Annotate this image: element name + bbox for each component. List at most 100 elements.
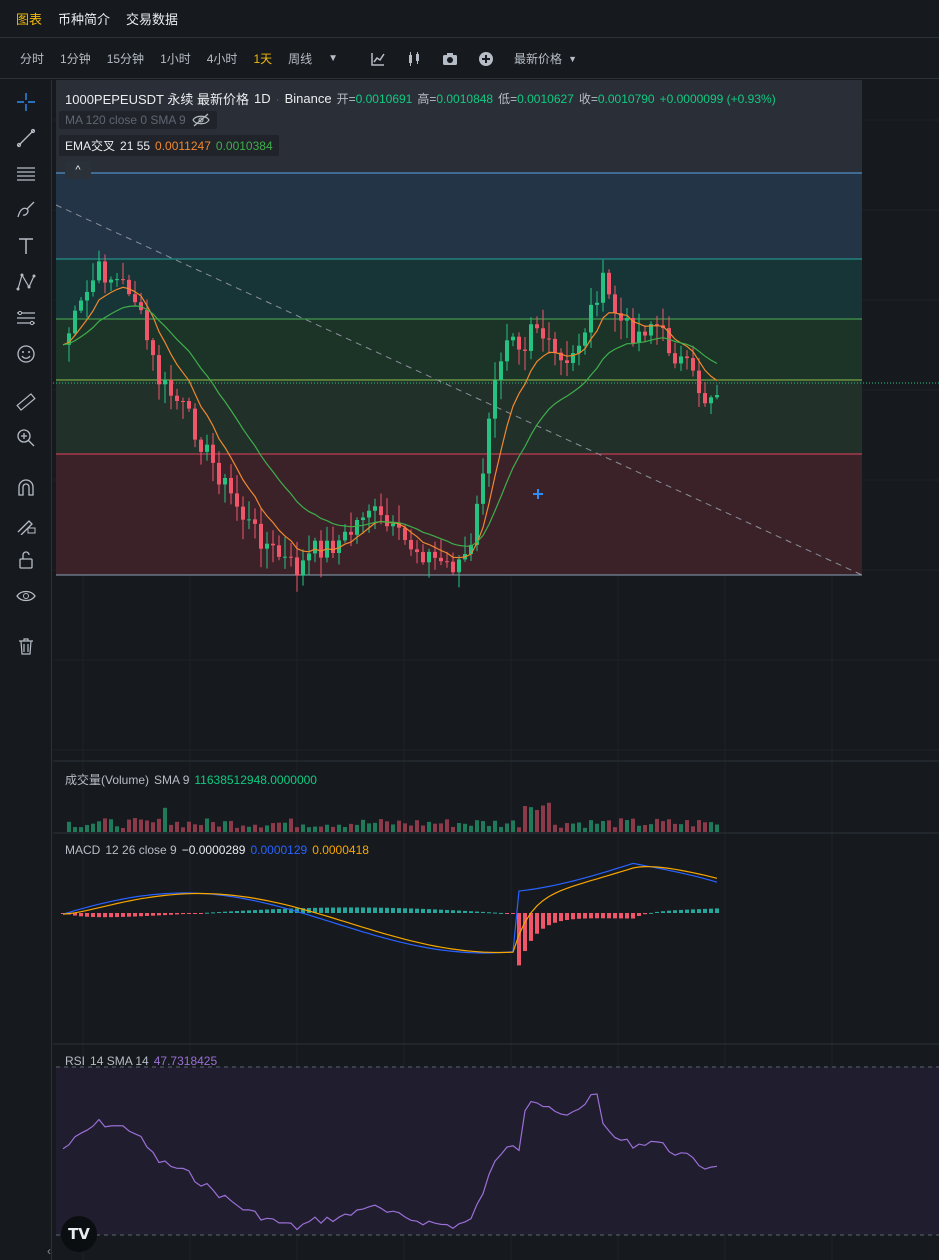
volume-bar: [343, 826, 347, 832]
tab-coin-info[interactable]: 币种简介: [58, 9, 110, 28]
magnet-icon[interactable]: [14, 476, 38, 500]
volume-bar: [679, 824, 683, 832]
eye-icon[interactable]: [14, 584, 38, 608]
macd-histogram-bar: [427, 909, 431, 913]
trash-icon[interactable]: [14, 634, 38, 658]
volume-bar: [457, 823, 461, 832]
macd-histogram-bar: [703, 908, 707, 913]
volume-bar: [583, 827, 587, 832]
volume-bar: [361, 819, 365, 832]
macd-histogram-bar: [529, 913, 533, 941]
volume-bar: [67, 821, 71, 832]
interval-1m[interactable]: 1分钟: [60, 50, 91, 67]
zoom-in-icon[interactable]: [14, 426, 38, 450]
add-icon[interactable]: [478, 51, 494, 67]
pattern-icon[interactable]: [14, 270, 38, 294]
volume-bar: [625, 820, 629, 832]
candle-body: [235, 493, 239, 507]
volume-bar: [295, 827, 299, 832]
ema-legend-name: EMA交叉: [65, 139, 116, 153]
text-icon[interactable]: [14, 234, 38, 258]
tab-chart[interactable]: 图表: [16, 9, 42, 28]
open-value: 开=0.0010691: [336, 92, 413, 106]
candle-body: [709, 397, 713, 404]
macd-histogram-bar: [253, 910, 257, 913]
measure-lines-icon[interactable]: [14, 306, 38, 330]
interval-4h[interactable]: 4小时: [207, 50, 238, 67]
candle-body: [145, 310, 149, 341]
macd-histogram-bar: [331, 907, 335, 913]
macd-legend: MACD 12 26 close 9 −0.0000289 0.0000129 …: [65, 843, 369, 857]
crosshair-icon[interactable]: [14, 90, 38, 114]
scroll-left-icon[interactable]: ‹: [47, 1244, 51, 1258]
candle-body: [625, 318, 629, 321]
tradingview-logo[interactable]: TV: [61, 1216, 97, 1252]
candle-body: [283, 556, 287, 558]
ruler-icon[interactable]: [14, 390, 38, 414]
eye-off-icon[interactable]: [191, 113, 211, 127]
candle-body: [295, 557, 299, 576]
candle-style-icon[interactable]: [406, 51, 422, 67]
candle-body: [607, 272, 611, 295]
candle-body: [457, 559, 461, 573]
volume-bar: [373, 822, 377, 832]
macd-histogram-bar: [541, 913, 545, 929]
macd-histogram-bar: [133, 913, 137, 917]
macd-histogram-bar: [709, 908, 713, 913]
interval-1h[interactable]: 1小时: [160, 50, 191, 67]
macd-histogram-bar: [121, 913, 125, 917]
camera-icon[interactable]: [442, 51, 458, 67]
indicator-icon[interactable]: [370, 51, 386, 67]
candle-body: [535, 324, 539, 329]
volume-bar: [589, 820, 593, 832]
macd-histogram-bar: [205, 912, 209, 914]
tab-trading-data[interactable]: 交易数据: [126, 9, 178, 28]
volume-bar: [319, 826, 323, 832]
brush-icon[interactable]: [14, 198, 38, 222]
candle-body: [691, 358, 695, 371]
volume-bar: [643, 824, 647, 832]
macd-histogram-bar: [199, 913, 203, 914]
interval-1w[interactable]: 周线: [288, 50, 312, 67]
unlock-icon[interactable]: [14, 548, 38, 572]
change-value: +0.0000099 (+0.93%): [659, 91, 776, 106]
candle-body: [427, 551, 431, 563]
macd-histogram-bar: [361, 907, 365, 913]
candle-body: [487, 418, 491, 474]
macd-histogram-bar: [655, 911, 659, 913]
interval-1d[interactable]: 1天: [253, 50, 272, 67]
candle-body: [313, 540, 317, 554]
volume-bar: [505, 823, 509, 832]
candle-body: [355, 520, 359, 535]
chart-area[interactable]: 1000PEPEUSDT 永续 最新价格 1D · Binance 开=0.00…: [47, 80, 939, 1260]
interval-15m[interactable]: 15分钟: [107, 50, 144, 67]
rsi-band: [56, 1067, 939, 1235]
price-type-label: 最新价格: [514, 52, 563, 66]
exchange-label: Binance: [284, 91, 332, 106]
fib-lines-icon[interactable]: [14, 162, 38, 186]
rsi-value: 47.7318425: [153, 1054, 218, 1068]
volume-bar: [349, 823, 353, 832]
interval-dropdown-icon[interactable]: ▼: [328, 53, 338, 64]
collapse-legend-button[interactable]: ^: [65, 161, 91, 179]
volume-bar: [355, 824, 359, 832]
chart-canvas[interactable]: [53, 80, 939, 1260]
macd-histogram-bar: [451, 910, 455, 913]
macd-histogram-bar: [181, 913, 185, 915]
volume-bar: [691, 826, 695, 832]
volume-bar: [271, 823, 275, 832]
interval-label: 1D: [253, 91, 271, 106]
ma-legend[interactable]: MA 120 close 0 SMA 9: [59, 111, 217, 129]
macd-histogram-bar: [103, 913, 107, 918]
emoji-icon[interactable]: [14, 342, 38, 366]
volume-bar: [631, 818, 635, 832]
trendline-icon[interactable]: [14, 126, 38, 150]
price-type-select[interactable]: 最新价格 ▼: [514, 50, 577, 67]
macd-histogram-bar: [607, 913, 611, 919]
interval-time[interactable]: 分时: [20, 50, 44, 67]
macd-histogram-bar: [547, 913, 551, 926]
lock-draw-icon[interactable]: [14, 512, 38, 536]
macd-histogram-bar: [337, 907, 341, 913]
ema-legend[interactable]: EMA交叉 21 55 0.0011247 0.0010384: [59, 135, 279, 156]
volume-bar: [139, 819, 143, 832]
